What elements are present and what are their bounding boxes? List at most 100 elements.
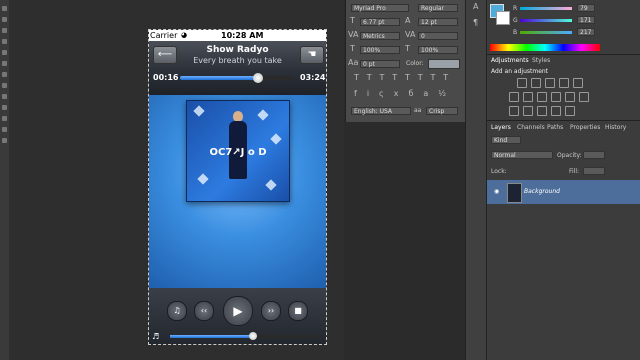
green-label: G (513, 17, 518, 24)
color-spectrum[interactable] (490, 44, 600, 51)
volume-knob[interactable] (248, 332, 257, 340)
crop-tool-icon[interactable] (2, 39, 7, 44)
diamond-icon (270, 133, 282, 145)
selective-color-icon[interactable] (551, 106, 561, 116)
elapsed-time: 00:16 (153, 73, 179, 82)
gradient-map-icon[interactable] (565, 106, 575, 116)
antialias-label: aa (414, 107, 422, 114)
text-color-swatch[interactable] (428, 59, 460, 69)
type-style-buttons[interactable]: TTTTTTTT (354, 73, 456, 82)
background-color-swatch[interactable] (496, 11, 510, 25)
volume-down-button[interactable]: ♫ (167, 301, 187, 321)
font-size-field[interactable]: 6.77 pt (360, 18, 400, 26)
photo-filter-icon[interactable] (551, 92, 561, 102)
font-style-select[interactable]: Regular (418, 4, 458, 12)
paragraph-panel-icon[interactable]: ¶ (473, 18, 478, 27)
stamp-tool-icon[interactable] (2, 72, 7, 77)
collapsed-panels-strip: A ¶ (465, 0, 486, 360)
artwork-area: OC7↗J o D (149, 95, 326, 288)
hue-saturation-icon[interactable] (509, 92, 519, 102)
font-family-select[interactable]: Myriad Pro (351, 4, 409, 12)
tab-layers[interactable]: Layers (491, 124, 511, 131)
brush-tool-icon[interactable] (2, 61, 7, 66)
opacity-field[interactable] (583, 151, 605, 159)
levels-adjustment-icon[interactable] (531, 78, 541, 88)
play-button[interactable]: ▶ (223, 296, 253, 326)
blue-field[interactable]: 217 (577, 28, 595, 36)
forward-button[interactable]: ›› (261, 301, 281, 321)
horizontal-scale-icon: T (405, 44, 410, 53)
divider (487, 120, 640, 121)
opentype-buttons[interactable]: fiςхба½ (354, 89, 456, 98)
forward-icon: ›› (267, 306, 275, 315)
zoom-tool-icon[interactable] (2, 138, 7, 143)
status-bar: Carrier ◕ 10:28 AM (149, 30, 326, 41)
layer-row[interactable]: ◉ Background (487, 180, 640, 204)
visibility-eye-icon[interactable]: ◉ (494, 188, 499, 195)
color-lookup-icon[interactable] (579, 92, 589, 102)
fill-label: Fill: (569, 168, 580, 175)
diamond-icon (265, 179, 277, 191)
hand-tool-icon[interactable] (2, 127, 7, 132)
character-panel: Myriad Pro Regular T 6.77 pt A 12 pt VA … (345, 0, 466, 122)
eraser-tool-icon[interactable] (2, 83, 7, 88)
album-cover: OC7↗J o D (186, 100, 290, 202)
volume-slider[interactable] (170, 332, 320, 340)
stop-icon: ■ (294, 306, 302, 315)
move-tool-icon[interactable] (2, 6, 7, 11)
baseline-field[interactable]: 0 pt (360, 60, 400, 68)
carrier-label: Carrier (150, 31, 178, 40)
rewind-icon: ‹‹ (200, 306, 208, 315)
curves-adjustment-icon[interactable] (545, 78, 555, 88)
green-field[interactable]: 171 (577, 16, 595, 24)
horizontal-scale-field[interactable]: 100% (418, 46, 458, 54)
vertical-scale-icon: T (350, 44, 355, 53)
tab-history[interactable]: History (605, 124, 626, 131)
blue-label: B (513, 29, 518, 36)
tab-properties[interactable]: Properties (570, 124, 600, 131)
vertical-scale-field[interactable]: 100% (360, 46, 400, 54)
blue-slider[interactable] (520, 31, 572, 34)
character-panel-icon[interactable]: A (473, 2, 478, 11)
tab-adjustments[interactable]: Adjustments (491, 57, 529, 64)
adjustment-hint: Add an adjustment (491, 68, 549, 75)
tab-paths[interactable]: Paths (547, 124, 563, 131)
kerning-field[interactable]: Metrics (360, 32, 400, 40)
playback-controls: ♫ ‹‹ ▶ ›› ■ ♬ (149, 288, 326, 344)
leading-field[interactable]: 12 pt (418, 18, 458, 26)
brightness-adjustment-icon[interactable] (517, 78, 527, 88)
blend-mode-select[interactable]: Normal (491, 151, 553, 159)
marquee-tool-icon[interactable] (2, 17, 7, 22)
seek-slider[interactable] (180, 73, 294, 83)
color-balance-icon[interactable] (523, 92, 533, 102)
tab-channels[interactable]: Channels (517, 124, 545, 131)
vibrance-adjustment-icon[interactable] (573, 78, 583, 88)
antialias-select[interactable]: Crisp (426, 107, 458, 115)
tab-styles[interactable]: Styles (532, 57, 550, 64)
layer-filter-select[interactable]: Kind (491, 136, 521, 144)
layer-name: Background (524, 188, 560, 195)
type-tool-icon[interactable] (2, 105, 7, 110)
eyedropper-tool-icon[interactable] (2, 50, 7, 55)
invert-icon[interactable] (509, 106, 519, 116)
red-field[interactable]: 79 (577, 4, 595, 12)
lasso-tool-icon[interactable] (2, 28, 7, 33)
black-white-icon[interactable] (537, 92, 547, 102)
language-select[interactable]: English: USA (351, 107, 411, 115)
stop-button[interactable]: ■ (288, 301, 308, 321)
fill-field[interactable] (583, 167, 605, 175)
album-logo-text: OC7↗J o D (209, 147, 267, 158)
shape-tool-icon[interactable] (2, 116, 7, 121)
green-slider[interactable] (520, 19, 572, 22)
rewind-button[interactable]: ‹‹ (194, 301, 214, 321)
threshold-icon[interactable] (537, 106, 547, 116)
red-slider[interactable] (520, 7, 572, 10)
channel-mixer-icon[interactable] (565, 92, 575, 102)
posterize-icon[interactable] (523, 106, 533, 116)
exposure-adjustment-icon[interactable] (559, 78, 569, 88)
gradient-tool-icon[interactable] (2, 94, 7, 99)
tracking-field[interactable]: 0 (418, 32, 458, 40)
track-duration: 03:24 (300, 73, 326, 82)
speaker-icon: ♫ (173, 306, 181, 315)
seek-knob[interactable] (252, 73, 263, 83)
